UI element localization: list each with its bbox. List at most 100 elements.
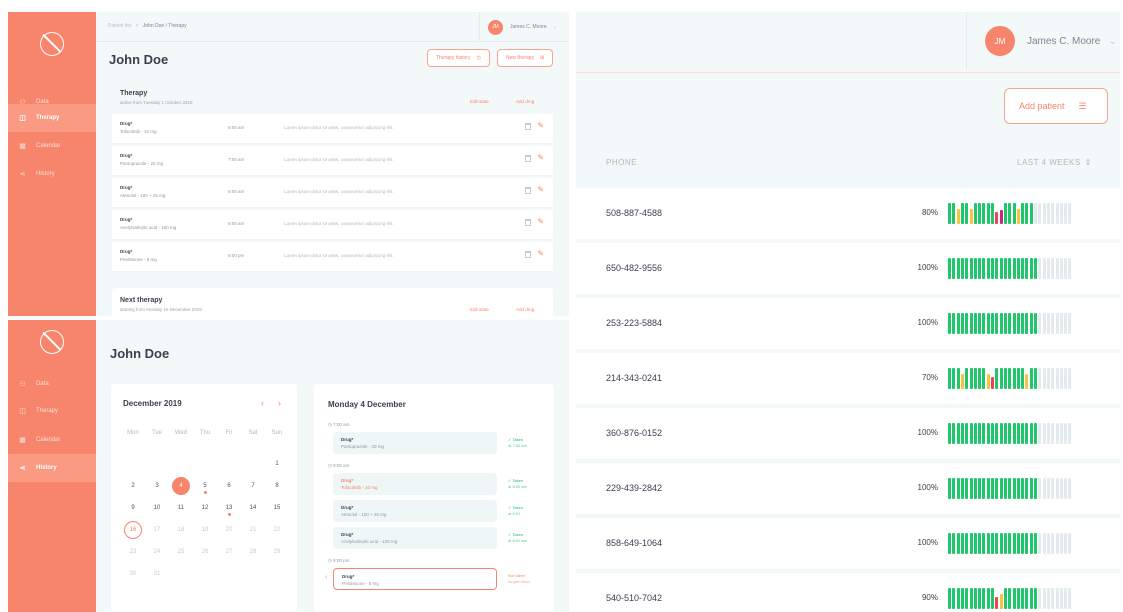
edit-state-link[interactable]: Edit state (470, 99, 489, 104)
calendar-day[interactable]: 21 (244, 521, 262, 539)
adherence-bar (986, 313, 990, 334)
edit-icon[interactable]: ✎ (537, 122, 544, 130)
add-patient-button[interactable]: Add patient ☰ (1004, 88, 1108, 124)
calendar-day[interactable]: 18 (172, 521, 190, 539)
calendar-day[interactable]: 4 (172, 477, 190, 495)
add-drug-link[interactable]: Add drug (516, 307, 534, 312)
table-row[interactable]: 540-510-7042 90% (576, 573, 1120, 612)
column-header-last-4-weeks[interactable]: LAST 4 WEEKS ⇕ (1017, 158, 1092, 167)
table-row[interactable]: 360-876-0152 100% (576, 408, 1120, 459)
breadcrumb: Patient list > John Doe / Therapy (108, 23, 187, 29)
calendar-day[interactable]: 7 (244, 477, 262, 495)
calendar-day[interactable]: 5 (196, 477, 214, 495)
calendar-day[interactable]: 14 (244, 499, 262, 517)
calendar-day[interactable]: 28 (244, 543, 262, 561)
calendar-day[interactable]: 29 (268, 543, 286, 561)
chevron-right-icon[interactable]: › (278, 398, 281, 408)
adherence-bar (1021, 533, 1025, 554)
calendar-day[interactable]: 26 (196, 543, 214, 561)
adherence-bar (978, 203, 982, 224)
adherence-bar (973, 533, 977, 554)
calendar-day[interactable]: 16 (124, 521, 142, 539)
adherence-bar (1064, 368, 1068, 389)
trash-icon[interactable] (525, 219, 531, 226)
calendar-day[interactable]: 13 (220, 499, 238, 517)
adherence-bar (1012, 588, 1016, 609)
adherence-bar (1068, 423, 1072, 444)
sidebar-item-history[interactable]: ⋖ History (8, 160, 96, 188)
drug-event[interactable]: Drug* Prednisone - 5 mg (333, 568, 497, 590)
patient-list-screen: JM James C. Moore ⌄ Add patient ☰ PHONE … (576, 12, 1120, 612)
adherence-bar (948, 258, 951, 279)
trash-icon[interactable] (525, 123, 531, 130)
calendar-day[interactable]: 27 (220, 543, 238, 561)
calendar-day[interactable]: 19 (196, 521, 214, 539)
edit-icon[interactable]: ✎ (537, 250, 544, 258)
drug-event[interactable]: Drug* Acetylsalicylic acid - 100 mg (333, 527, 497, 549)
adherence-bar (1016, 258, 1020, 279)
calendar-day[interactable]: 25 (172, 543, 190, 561)
trash-icon[interactable] (525, 155, 531, 162)
adherence-bar (978, 478, 982, 499)
calendar-day[interactable]: 24 (148, 543, 166, 561)
calendar-day[interactable]: 6 (220, 477, 238, 495)
add-drug-link[interactable]: Add drug (516, 99, 534, 104)
sidebar-item-therapy[interactable]: ◫ Therapy (8, 104, 96, 132)
sidebar-item-calendar[interactable]: ▦ Calendar (8, 426, 96, 454)
calendar-day[interactable]: 31 (148, 565, 166, 583)
drug-event[interactable]: Drug* Tofacitinib - 10 mg (333, 473, 497, 495)
user-menu[interactable]: JM James C. Moore ⌄ (966, 12, 1120, 70)
sidebar-item-history[interactable]: ⋖ History (8, 454, 96, 482)
calendar-day[interactable]: 2 (124, 477, 142, 495)
therapy-history-button[interactable]: Therapy history ◷ (427, 49, 490, 67)
edit-icon[interactable]: ✎ (537, 186, 544, 194)
breadcrumb-root[interactable]: Patient list (108, 23, 131, 29)
calendar-day[interactable]: 3 (148, 477, 166, 495)
new-therapy-button[interactable]: New therapy ⊞ (497, 49, 554, 67)
calendar-day[interactable]: 11 (172, 499, 190, 517)
adherence-bar (1034, 313, 1037, 334)
edit-icon[interactable]: ✎ (537, 154, 544, 162)
weekday-label: Wed (174, 430, 188, 436)
adherence-bar (1064, 313, 1068, 334)
adherence-bar (1055, 258, 1059, 279)
sidebar-item-calendar[interactable]: ▦ Calendar (8, 132, 96, 160)
trash-icon[interactable] (525, 187, 531, 194)
edit-state-link[interactable]: Edit state (470, 307, 489, 312)
chevron-left-icon[interactable]: ‹ (261, 398, 264, 408)
user-menu[interactable]: JM James C. Moore ⌄ (479, 12, 569, 42)
calendar-day[interactable]: 17 (148, 521, 166, 539)
sidebar-item-data[interactable]: ⚇ Data (8, 370, 96, 398)
calendar-day[interactable]: 10 (148, 499, 166, 517)
trash-icon[interactable] (525, 251, 531, 258)
drug-event[interactable]: Drug* Pantoprazole - 20 mg (333, 432, 497, 454)
adherence-bar (978, 533, 982, 554)
calendar-day[interactable]: 22 (268, 521, 286, 539)
sidebar: ⚇ Data ◫ Therapy ▦ Calendar ⋖ History (8, 320, 96, 612)
table-row[interactable]: 214-343-0241 70% (576, 353, 1120, 404)
adherence-bar (1016, 313, 1020, 334)
edit-icon[interactable]: ✎ (537, 218, 544, 226)
therapy-subtitle: active from Tuesday 1 October 2019 (120, 100, 193, 105)
calendar-day[interactable]: 9 (124, 499, 142, 517)
sidebar-item-therapy[interactable]: ◫ Therapy (8, 397, 96, 425)
calendar-day[interactable]: 30 (124, 565, 142, 583)
calendar-day[interactable]: 20 (220, 521, 238, 539)
calendar-day[interactable]: 15 (268, 499, 286, 517)
drug-name: Drug* (342, 574, 355, 579)
weekday-label: Mon (127, 430, 139, 436)
drug-event[interactable]: Drug* Atenolol - 100 + 25 mg (333, 500, 497, 522)
table-row[interactable]: 229-439-2842 100% (576, 463, 1120, 514)
table-row[interactable]: 858-649-1064 100% (576, 518, 1120, 569)
table-row[interactable]: 508-887-4588 80% (576, 188, 1120, 239)
calendar-day[interactable]: 8 (268, 477, 286, 495)
calendar-day[interactable]: 12 (196, 499, 214, 517)
calendar-day[interactable]: 23 (124, 543, 142, 561)
table-row[interactable]: 253-223-5884 100% (576, 298, 1120, 349)
table-row[interactable]: 650-482-9556 100% (576, 243, 1120, 294)
calendar-day[interactable]: 1 (268, 455, 286, 473)
adherence-bar (1046, 478, 1050, 499)
column-header-phone[interactable]: PHONE (606, 158, 637, 167)
adherence-bar (1059, 203, 1063, 224)
adherence-bar (982, 533, 986, 554)
